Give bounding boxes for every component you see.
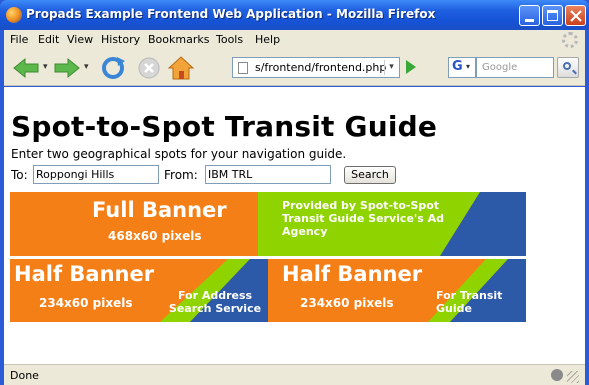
search-submit-button[interactable]: Search <box>344 166 396 184</box>
search-engine-selector[interactable]: G ▾ <box>448 57 476 78</box>
resize-grip[interactable] <box>567 371 579 383</box>
url-dropdown-icon[interactable]: ▾ <box>384 60 398 75</box>
forward-history-arrow-icon[interactable]: ▾ <box>84 62 89 72</box>
stop-button[interactable] <box>138 57 160 79</box>
search-placeholder: Google <box>482 62 518 73</box>
connection-status-icon <box>551 369 563 381</box>
to-input[interactable]: Roppongi Hills <box>33 165 159 184</box>
search-icon <box>563 62 571 70</box>
half-banner-left-size: 234x60 pixels <box>39 296 133 310</box>
close-icon <box>570 10 582 22</box>
half-banner-left-title: Half Banner <box>14 262 155 286</box>
menu-view[interactable]: View <box>67 33 93 46</box>
window-title: Propads Example Frontend Web Application… <box>26 7 436 21</box>
url-bar[interactable]: s/frontend/frontend.php ▾ <box>232 57 400 78</box>
to-label: To: <box>11 168 28 182</box>
chevron-down-icon: ▾ <box>466 62 471 71</box>
status-text: Done <box>10 369 39 382</box>
menu-tools[interactable]: Tools <box>216 33 243 46</box>
page-title: Spot-to-Spot Transit Guide <box>11 110 438 143</box>
page-icon <box>238 62 248 74</box>
from-label: From: <box>164 168 198 182</box>
url-text: s/frontend/frontend.php <box>255 61 387 74</box>
maximize-button[interactable] <box>542 5 563 26</box>
menu-file[interactable]: File <box>10 33 28 46</box>
search-input[interactable]: Google <box>476 57 554 78</box>
back-history-arrow-icon[interactable]: ▾ <box>43 62 48 72</box>
home-button[interactable] <box>168 55 194 81</box>
menu-history[interactable]: History <box>101 33 140 46</box>
go-button[interactable] <box>406 60 416 74</box>
firefox-icon <box>6 7 22 23</box>
minimize-button[interactable] <box>519 5 540 26</box>
half-banner-right-ad-text: For Transit Guide <box>436 289 503 315</box>
back-button[interactable] <box>12 57 40 79</box>
status-bar: Done <box>4 364 585 385</box>
page-content: Spot-to-Spot Transit Guide Enter two geo… <box>4 87 585 364</box>
google-icon: G <box>452 59 463 74</box>
search-icon-handle <box>572 69 577 75</box>
full-banner-size: 468x60 pixels <box>108 229 202 243</box>
menu-edit[interactable]: Edit <box>38 33 59 46</box>
half-banner-left[interactable]: Half Banner 234x60 pixels For Address Se… <box>10 259 268 322</box>
half-banner-right[interactable]: Half Banner 234x60 pixels For Transit Gu… <box>268 259 526 322</box>
menu-bar: File Edit View History Bookmarks Tools H… <box>4 30 585 50</box>
half-banner-right-size: 234x60 pixels <box>300 296 394 310</box>
reload-button[interactable] <box>100 55 126 81</box>
page-description: Enter two geographical spots for your na… <box>11 147 347 161</box>
menu-help[interactable]: Help <box>255 33 280 46</box>
close-button[interactable] <box>565 5 586 26</box>
full-banner-ad-text: Provided by Spot-to-Spot Transit Guide S… <box>282 199 445 238</box>
from-input[interactable]: IBM TRL <box>205 165 331 184</box>
maximize-icon <box>547 10 558 21</box>
throbber-icon <box>562 32 578 48</box>
full-banner[interactable]: Full Banner 468x60 pixels Provided by Sp… <box>10 192 526 256</box>
half-banner-left-ad-text: For Address Search Service <box>168 289 262 315</box>
forward-button[interactable] <box>53 57 81 79</box>
half-banner-right-title: Half Banner <box>282 262 423 286</box>
minimize-icon <box>525 19 534 22</box>
full-banner-title: Full Banner <box>92 198 227 222</box>
search-button[interactable] <box>557 57 579 78</box>
menu-bookmarks[interactable]: Bookmarks <box>148 33 209 46</box>
title-bar: Propads Example Frontend Web Application… <box>0 0 589 30</box>
navigation-toolbar: ▾ ▾ s/frontend/frontend.php ▾ G ▾ Google <box>4 50 585 86</box>
